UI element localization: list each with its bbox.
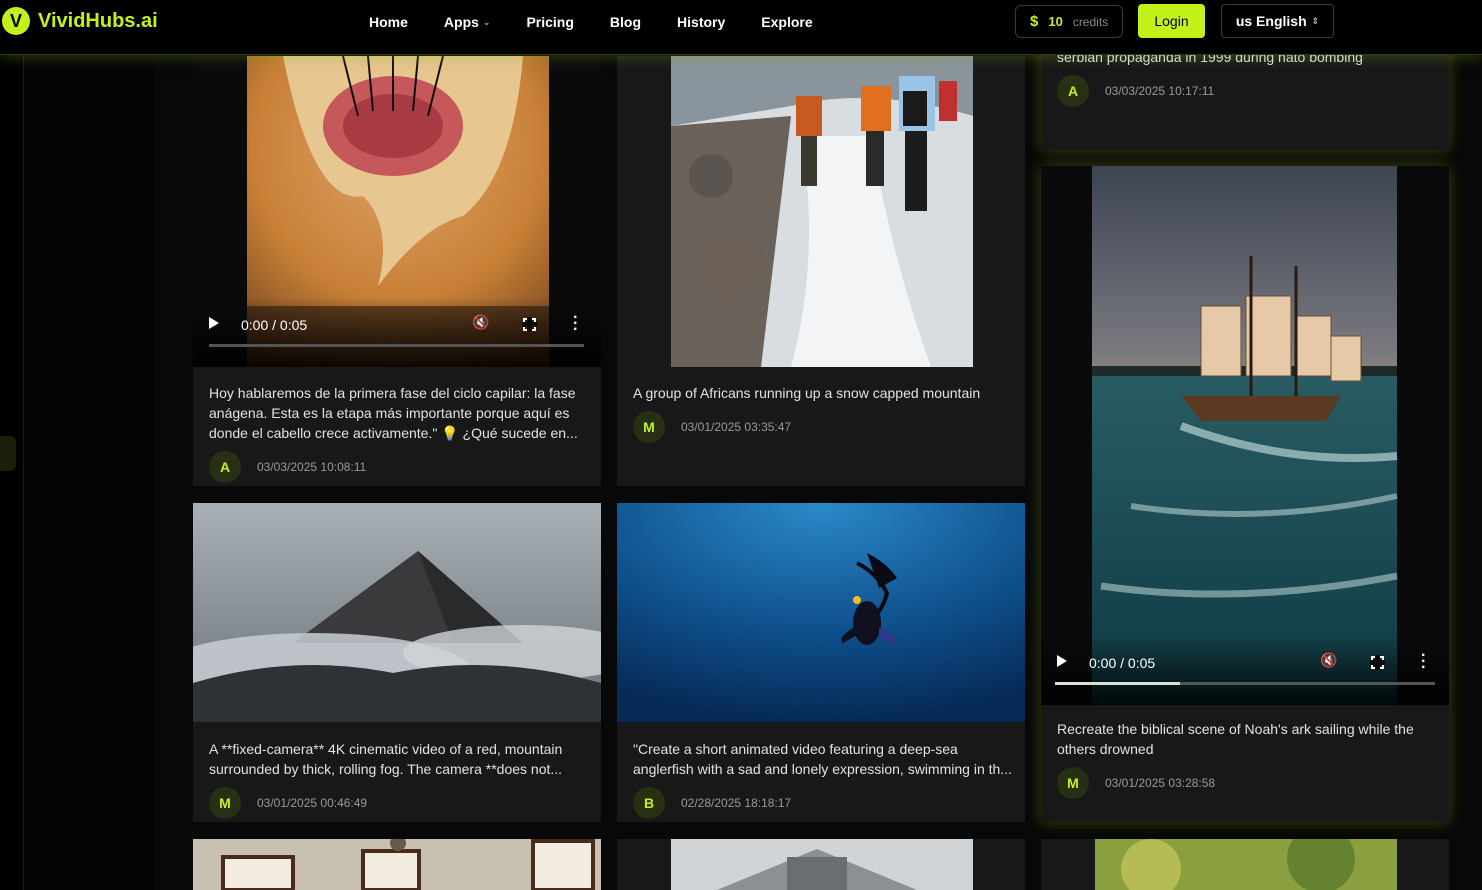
sidebar xyxy=(24,56,154,890)
nav-explore[interactable]: Explore xyxy=(761,13,812,31)
avatar[interactable]: M xyxy=(633,411,665,443)
avatar[interactable]: M xyxy=(1057,767,1089,799)
video-player[interactable]: 0:00 / 0:05 🔇 · · · xyxy=(1041,166,1449,705)
chevron-updown-icon: ⇕ xyxy=(1311,15,1320,26)
feed-card-serbian[interactable]: serbian propaganda in 1999 during nato b… xyxy=(1041,40,1449,150)
top-header: V VividHubs.ai Home Apps ⌄ Pricing Blog H… xyxy=(0,0,1482,55)
language-select[interactable]: us English ⇕ xyxy=(1221,4,1334,38)
card-image[interactable] xyxy=(671,56,973,367)
anglerfish-thumbnail xyxy=(617,503,1025,722)
snow-hikers-thumbnail xyxy=(671,56,973,367)
logo-text: VividHubs.ai xyxy=(38,9,158,32)
card-caption: "Create a short animated video featuring… xyxy=(633,741,1012,777)
video-progress-fill xyxy=(1055,682,1181,685)
feed-card-partial[interactable] xyxy=(617,839,1025,890)
logo-icon: V xyxy=(2,7,30,35)
more-options-icon[interactable]: · · · xyxy=(1421,648,1426,676)
card-date: 03/03/2025 10:08:11 xyxy=(257,460,367,474)
more-options-icon[interactable]: · · · xyxy=(573,310,578,338)
building-thumbnail xyxy=(617,839,1025,890)
nav-home[interactable]: Home xyxy=(369,13,408,31)
card-meta: M 03/01/2025 03:35:47 xyxy=(633,411,791,443)
video-time: 0:00 / 0:05 xyxy=(241,317,308,333)
feed-card-hair[interactable]: 0:00 / 0:05 🔇 · · · Hoy hablaremos de la p… xyxy=(193,56,601,486)
nav-pricing[interactable]: Pricing xyxy=(526,13,573,31)
card-date: 03/01/2025 00:46:49 xyxy=(257,796,368,810)
mute-icon[interactable]: 🔇 xyxy=(1320,652,1337,669)
card-caption: A group of Africans running up a snow ca… xyxy=(633,385,981,401)
video-controls: 0:00 / 0:05 🔇 · · · xyxy=(193,297,601,367)
chevron-down-icon: ⌄ xyxy=(482,16,491,27)
feed-card-partial[interactable] xyxy=(1041,839,1449,890)
play-icon[interactable] xyxy=(1057,655,1067,667)
dollar-icon: $ xyxy=(1030,13,1039,30)
nav-blog[interactable]: Blog xyxy=(610,13,641,31)
foggy-mountain-thumbnail xyxy=(193,503,601,722)
sidebar-toggle[interactable] xyxy=(0,436,16,471)
card-date: 02/28/2025 18:18:17 xyxy=(681,796,792,810)
card-caption: Hoy hablaremos de la primera fase del ci… xyxy=(209,385,578,441)
avatar[interactable]: A xyxy=(209,451,241,483)
signs-thumbnail xyxy=(193,839,601,890)
video-time: 0:00 / 0:05 xyxy=(1089,655,1156,671)
foliage-thumbnail xyxy=(1041,839,1449,890)
mute-icon[interactable]: 🔇 xyxy=(472,314,489,331)
credits-label: credits xyxy=(1072,14,1109,29)
card-date: 03/03/2025 10:17:11 xyxy=(1105,84,1215,98)
avatar[interactable]: B xyxy=(633,787,665,819)
play-icon[interactable] xyxy=(209,317,219,329)
avatar[interactable]: M xyxy=(209,787,241,819)
language-label: us English xyxy=(1235,13,1307,29)
video-player[interactable]: 0:00 / 0:05 🔇 · · · xyxy=(193,56,601,367)
nav-apps[interactable]: Apps ⌄ xyxy=(444,13,491,31)
card-meta: M 03/01/2025 00:46:49 xyxy=(209,787,367,819)
card-date: 03/01/2025 03:35:47 xyxy=(681,420,792,434)
card-meta: M 03/01/2025 03:28:58 xyxy=(1057,767,1215,799)
main-nav: Home Apps ⌄ Pricing Blog History Explore xyxy=(369,13,849,31)
card-meta: B 02/28/2025 18:18:17 xyxy=(633,787,791,819)
video-progress[interactable] xyxy=(209,344,584,347)
video-controls: 0:00 / 0:05 🔇 · · · xyxy=(1041,635,1449,705)
feed-card-anglerfish[interactable]: "Create a short animated video featuring… xyxy=(617,503,1025,822)
card-date: 03/01/2025 03:28:58 xyxy=(1105,776,1216,790)
avatar[interactable]: A xyxy=(1057,75,1089,107)
nav-history[interactable]: History xyxy=(677,13,725,31)
card-meta: A 03/03/2025 10:08:11 xyxy=(209,451,366,483)
fullscreen-icon[interactable] xyxy=(1370,655,1385,670)
card-image[interactable] xyxy=(193,503,601,722)
card-caption: A **fixed-camera** 4K cinematic video of… xyxy=(209,741,563,777)
video-progress[interactable] xyxy=(1055,682,1435,685)
credits-value: 10 xyxy=(1048,14,1063,29)
card-meta: A 03/03/2025 10:17:11 xyxy=(1057,75,1214,107)
logo[interactable]: V VividHubs.ai xyxy=(2,7,158,35)
card-image[interactable] xyxy=(617,503,1025,722)
card-caption: Recreate the biblical scene of Noah's ar… xyxy=(1057,721,1414,757)
fullscreen-icon[interactable] xyxy=(522,317,537,332)
ark-thumbnail xyxy=(1092,166,1398,705)
feed-card-snow[interactable]: A group of Africans running up a snow ca… xyxy=(617,56,1025,486)
credits-badge[interactable]: $ 10 credits xyxy=(1015,5,1123,38)
login-button[interactable]: Login xyxy=(1138,4,1205,38)
feed-card-mountain[interactable]: A **fixed-camera** 4K cinematic video of… xyxy=(193,503,601,822)
feed-card-partial[interactable] xyxy=(193,839,601,890)
feed-card-ark[interactable]: 0:00 / 0:05 🔇 · · · Recreate the biblical … xyxy=(1041,166,1449,822)
